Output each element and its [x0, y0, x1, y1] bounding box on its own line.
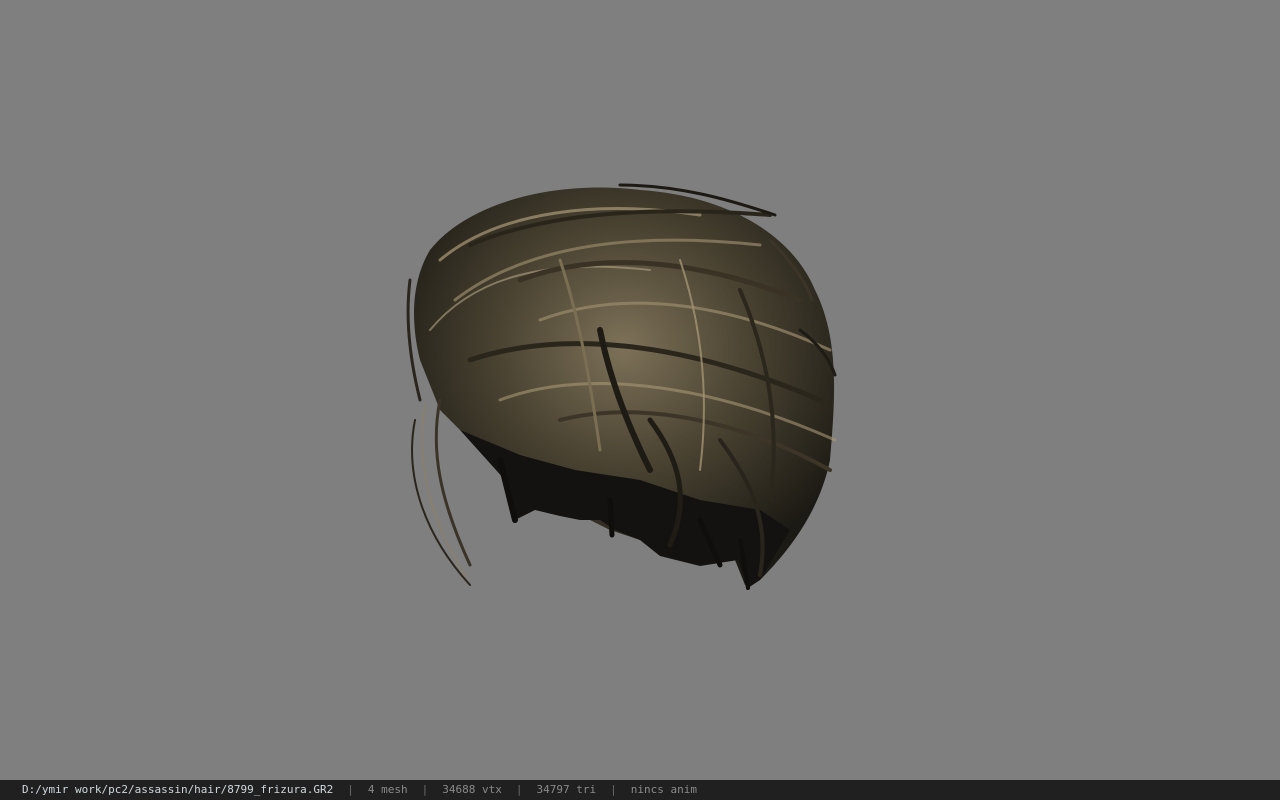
- mesh-count: 4 mesh: [367, 783, 408, 796]
- vertex-count: 34688 vtx: [442, 783, 502, 796]
- status-bar: D:/ymir work/pc2/assassin/hair/8799_friz…: [0, 780, 1280, 800]
- separator: |: [421, 783, 429, 796]
- animation-status: nincs anim: [630, 783, 697, 796]
- separator: |: [515, 783, 523, 796]
- hair-model: [406, 183, 837, 590]
- separator: |: [347, 783, 354, 796]
- file-path: D:/ymir work/pc2/assassin/hair/8799_friz…: [22, 783, 334, 796]
- triangle-count: 34797 tri: [536, 783, 597, 796]
- separator: |: [610, 783, 617, 796]
- 3d-viewport[interactable]: [0, 0, 1280, 780]
